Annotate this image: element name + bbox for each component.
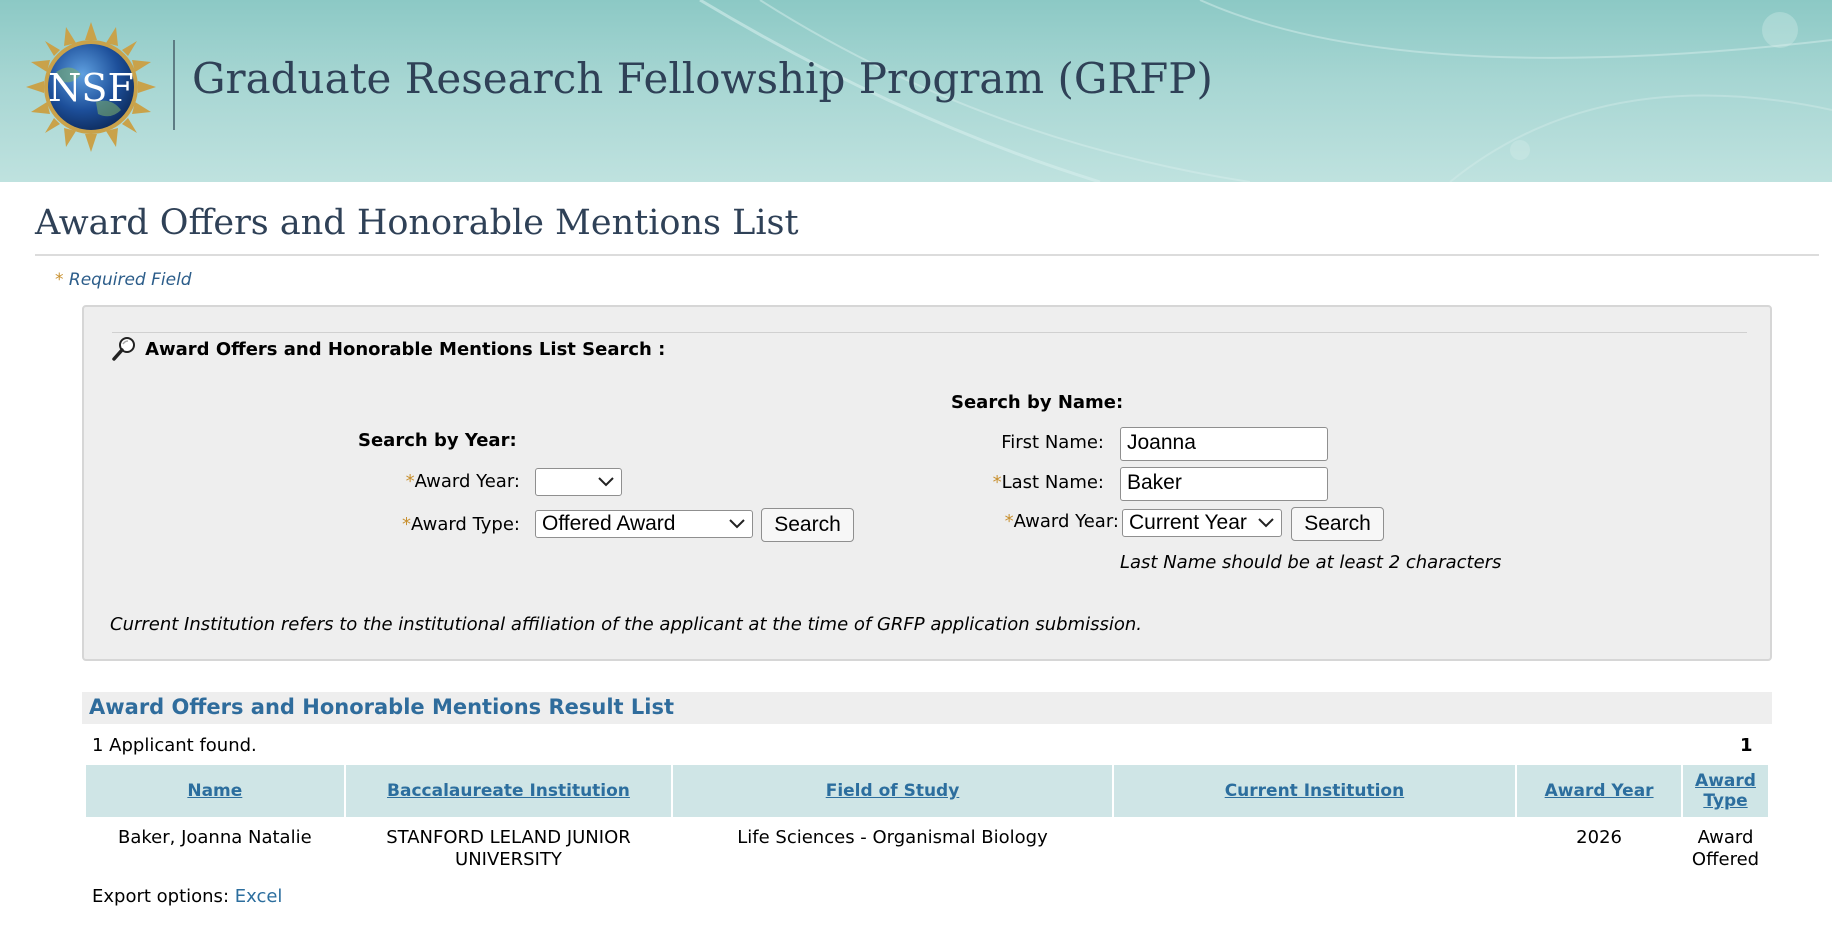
panel-divider [112,332,1747,333]
last-name-hint: Last Name should be at least 2 character… [1120,552,1502,573]
required-field-note: * Required Field [55,270,192,290]
search-by-name-button[interactable]: Search [1291,507,1384,541]
results-header-bar: Award Offers and Honorable Mentions Resu… [82,692,1772,724]
sort-link-current-institution[interactable]: Current Institution [1225,781,1405,801]
search-panel-title: Award Offers and Honorable Mentions List… [145,338,666,360]
name-award-year-select-value: Current Year [1129,511,1247,534]
award-type-label-text: Award Type: [411,514,520,535]
export-label: Export options: [92,886,230,907]
required-star: * [405,471,415,492]
search-by-year-button[interactable]: Search [761,508,854,542]
award-year-label: *Award Year: [264,471,520,492]
column-header-award-year[interactable]: Award Year [1517,765,1681,817]
name-award-year-select[interactable]: Current Year [1122,509,1282,537]
magnifier-icon [112,337,135,361]
table-header-row: Name Baccalaureate Institution Field of … [86,765,1768,817]
column-header-field[interactable]: Field of Study [673,765,1112,817]
award-year-label-text: Award Year: [414,471,520,492]
required-star: * [55,270,64,290]
search-panel: Award Offers and Honorable Mentions List… [82,305,1772,661]
column-header-award-type[interactable]: Award Type [1683,765,1768,817]
export-options: Export options: Excel [92,886,282,907]
sort-link-award-type[interactable]: Award Type [1695,771,1756,811]
required-text: Required Field [68,270,192,290]
cell-field: Life Sciences - Organismal Biology [737,827,1048,848]
logo-divider [173,40,175,130]
table-row: Baker, Joanna Natalie STANFORD LELAND JU… [86,817,1768,872]
institution-note: Current Institution refers to the instit… [110,614,1143,635]
sort-link-field[interactable]: Field of Study [826,781,960,801]
chevron-down-icon [729,519,745,529]
chevron-down-icon [598,477,614,487]
cell-baccalaureate: STANFORD LELAND JUNIOR UNIVERSITY [386,827,631,870]
award-type-select-value: Offered Award [542,512,676,535]
award-year-select[interactable] [535,468,622,496]
sort-link-name[interactable]: Name [187,781,242,801]
pagination-page-number[interactable]: 1 [1740,735,1753,756]
search-by-year-heading: Search by Year: [358,430,517,451]
name-award-year-label: *Award Year: [914,511,1119,532]
results-title: Award Offers and Honorable Mentions Resu… [89,695,674,719]
svg-text:NSF: NSF [48,66,134,110]
first-name-input[interactable]: Joanna [1120,427,1328,461]
required-star: * [992,472,1002,493]
page-title: Award Offers and Honorable Mentions List [35,203,799,243]
sort-link-baccalaureate[interactable]: Baccalaureate Institution [387,781,630,801]
title-divider [35,254,1819,256]
chevron-down-icon [1258,518,1274,528]
cell-award-year: 2026 [1576,827,1622,848]
required-star: * [402,514,412,535]
column-header-name[interactable]: Name [86,765,344,817]
first-name-label: First Name: [1001,432,1104,453]
required-star: * [1004,511,1014,532]
award-type-select[interactable]: Offered Award [535,510,753,538]
results-count: 1 Applicant found. [92,735,257,756]
search-panel-header: Award Offers and Honorable Mentions List… [110,335,665,363]
award-type-label: *Award Type: [264,514,520,535]
results-table: Name Baccalaureate Institution Field of … [84,765,1770,872]
header-banner: NSF Graduate Research Fellowship Program… [0,0,1832,182]
cell-award-type: Award Offered [1691,827,1760,870]
nsf-logo[interactable]: NSF [26,22,156,152]
sort-link-award-year[interactable]: Award Year [1545,781,1654,801]
last-name-input[interactable]: Baker [1120,467,1328,501]
last-name-label: *Last Name: [914,472,1104,493]
column-header-current-institution[interactable]: Current Institution [1113,765,1516,817]
app-title: Graduate Research Fellowship Program (GR… [192,54,1213,103]
column-header-baccalaureate[interactable]: Baccalaureate Institution [345,765,672,817]
export-excel-link[interactable]: Excel [235,886,283,907]
search-by-name-heading: Search by Name: [951,392,1124,413]
name-award-year-label-text: Award Year: [1013,511,1119,532]
cell-name: Baker, Joanna Natalie [117,827,312,848]
cell-current-institution [1114,817,1515,872]
last-name-label-text: Last Name: [1001,472,1104,493]
